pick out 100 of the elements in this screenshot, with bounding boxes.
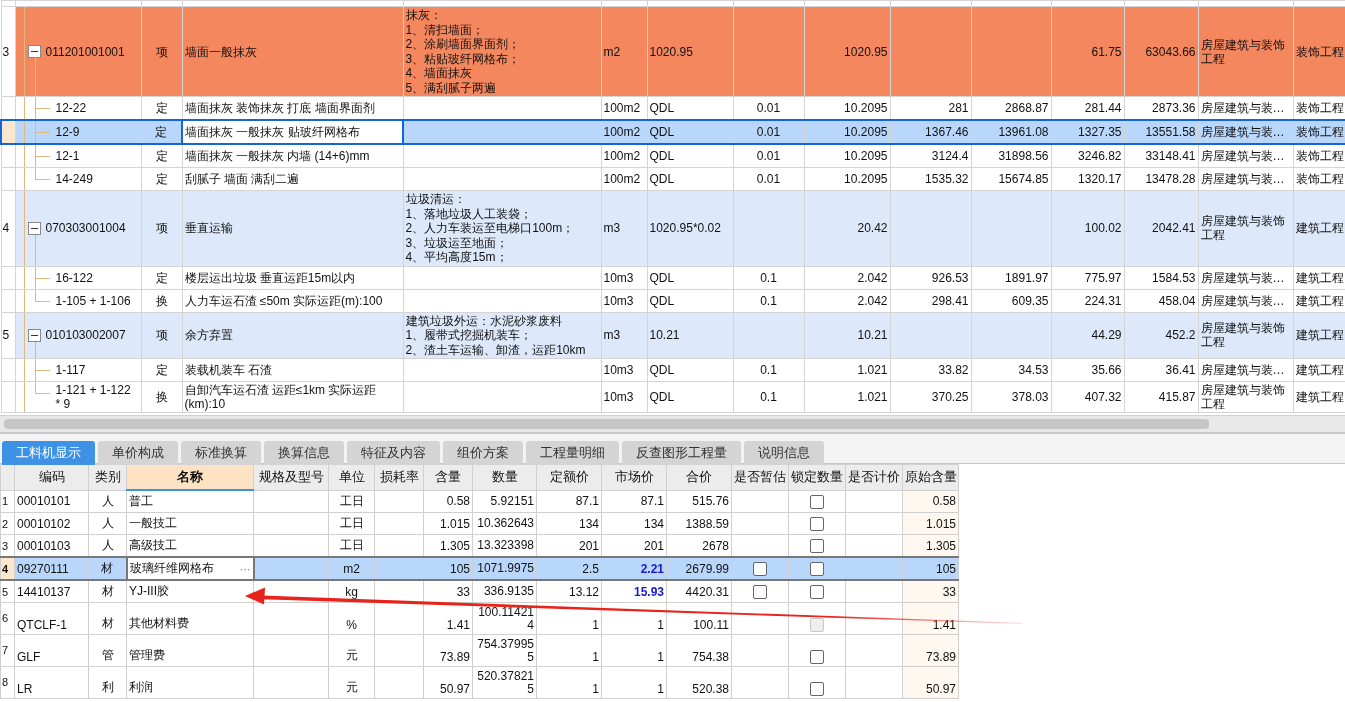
table-cell: 100.02	[1084, 221, 1122, 236]
table-cell: 61.75	[1091, 44, 1122, 59]
table-cell: 452.2	[1165, 328, 1196, 343]
tab[interactable]: 反查图形工程量	[622, 441, 741, 465]
table-cell: 人	[101, 516, 114, 530]
table-cell: 458.04	[1158, 293, 1196, 308]
column-header[interactable]: 锁定数量	[788, 464, 846, 490]
table-cell: 工日	[339, 493, 364, 508]
table-cell: 楼层运出垃圾 垂直运距15m以内	[184, 270, 356, 285]
table-cell: 224.31	[1084, 293, 1122, 308]
table-cell: 房屋建筑与装饰工程	[1200, 321, 1285, 350]
checkbox[interactable]	[810, 494, 824, 509]
table-cell: 33	[942, 584, 956, 599]
table-cell: QDL	[649, 363, 675, 377]
table-row[interactable]: 1 00010101 人 普工 工日 0.58 5.92151 87.1 87.1 515.76 0.58	[0, 490, 959, 513]
collapse-toggle[interactable]	[27, 328, 41, 342]
table-cell: 378.03	[1011, 390, 1049, 404]
table-cell: 1-121 + 1-122 * 9	[55, 383, 131, 411]
row-number: 7	[2, 643, 9, 656]
column-header[interactable]: 名称	[126, 464, 254, 490]
table-cell: 装饰工程	[1295, 101, 1344, 115]
table-cell: 装载机装车 石渣	[184, 363, 272, 377]
table-cell: 1327.35	[1078, 125, 1122, 139]
table-cell: 1-105 + 1-106	[55, 293, 131, 308]
tab[interactable]: 特征及内容	[347, 441, 440, 465]
checkbox[interactable]	[810, 584, 824, 599]
table-cell: 415.87	[1158, 390, 1196, 404]
table-cell: 墙面抹灰 一般抹灰 内墙 (14+6)mm	[184, 149, 370, 163]
checkbox[interactable]	[810, 682, 824, 696]
horizontal-scrollbar[interactable]	[0, 415, 1345, 432]
row-number: 8	[2, 675, 9, 688]
column-header[interactable]: 是否计价	[845, 464, 903, 490]
table-row[interactable]: 8 LR 利 利润 元 50.97 520.378215 1 1 520.38 50.97	[0, 666, 959, 699]
table-cell: 装饰工程	[1295, 125, 1344, 139]
table-row[interactable]: 1-105 + 1-106 换 人力车运石渣 ≤50m 实际运距(m):100 10m3 QDL 0.1 2.042 298.41 609.35 224.31 458.04 房屋建筑与装… 建筑工程	[1, 289, 1345, 312]
table-cell: 房屋建筑与装饰工程	[1200, 214, 1285, 243]
table-cell: 1.305	[439, 538, 470, 553]
table-row[interactable]: 14-249 定 刮腻子 墙面 满刮二遍 100m2 QDL 0.01 10.2095 1535.32 15674.85 1320.17 13478.28 房屋建筑与装… 装饰工程	[1, 167, 1345, 191]
table-cell: 10.2095	[844, 125, 888, 139]
table-row[interactable]: 2 00010102 人 一般技工 工日 1.015 10.362643 134 134 1388.59 1.015	[0, 512, 959, 535]
table-row[interactable]: 12-9 定 墙面抹灰 一般抹灰 贴玻纤网格布 100m2 QDL 0.01 10.2095 1367.46 13961.08 1327.35 13551.58 房屋建筑与装… 装饰工程	[1, 120, 1345, 144]
table-row[interactable]: 12-22 定 墙面抹灰 装饰抹灰 打底 墙面界面剂 100m2 QDL 0.01 10.2095 281 2868.87 281.44 2873.36 房屋建筑与装… 装饰工程	[1, 96, 1345, 120]
collapse-toggle[interactable]	[27, 45, 41, 58]
table-cell: 1367.46	[925, 125, 969, 139]
table-cell: 010103002007	[45, 328, 126, 343]
table-row[interactable]: 12-1 定 墙面抹灰 一般抹灰 内墙 (14+6)mm 100m2 QDL 0.01 10.2095 3124.4 31898.56 3246.82 33148.41 房屋建筑与装… 装饰工程	[1, 144, 1345, 168]
table-cell: 100m2	[603, 101, 641, 115]
table-cell: 100m2	[603, 125, 641, 139]
table-cell: 10.21	[649, 328, 680, 343]
table-cell: 定	[155, 125, 168, 139]
column-header[interactable]: 规格及型号	[253, 464, 329, 490]
table-cell: 134	[643, 516, 664, 531]
table-row[interactable]: 7 GLF 管 管理费 元 73.89 754.379955 1 1 754.38 73.89	[0, 634, 959, 667]
table-cell: 011201001001	[45, 44, 125, 59]
table-cell: 12-22	[55, 101, 87, 115]
table-cell: QDL	[649, 125, 675, 139]
tab[interactable]: 工程量明细	[526, 441, 619, 465]
tab[interactable]: 说明信息	[744, 441, 824, 465]
row-number: 5	[2, 328, 10, 343]
table-cell: 余方弃置	[184, 328, 233, 343]
table-cell: %	[346, 618, 357, 632]
tab[interactable]: 换算信息	[264, 441, 344, 465]
table-cell: GLF	[17, 650, 41, 664]
table-cell: 1388.59	[685, 516, 729, 531]
table-cell: 利润	[129, 679, 153, 696]
table-cell: 定	[155, 101, 168, 115]
row-number: 3	[2, 539, 9, 552]
table-cell: 1	[592, 682, 599, 696]
collapse-toggle[interactable]	[27, 221, 41, 235]
table-cell: 0.58	[446, 494, 470, 509]
checkbox[interactable]	[810, 538, 824, 553]
table-cell: 44.29	[1091, 328, 1122, 343]
checkbox[interactable]	[753, 561, 767, 576]
checkbox[interactable]	[810, 516, 824, 531]
table-cell: 1.021	[857, 363, 888, 377]
table-cell: 0.01	[756, 101, 781, 115]
tab[interactable]: 标准换算	[181, 441, 261, 465]
table-row[interactable]: 1-117 定 装载机装车 石渣 10m3 QDL 0.1 1.021 33.82 34.53 35.66 36.41 房屋建筑与装… 建筑工程	[1, 358, 1345, 382]
table-cell: QDL	[649, 149, 675, 163]
table-cell: 281	[948, 101, 969, 115]
tab[interactable]: 组价方案	[443, 441, 523, 465]
checkbox[interactable]	[810, 561, 824, 576]
checkbox[interactable]	[810, 650, 824, 664]
table-cell: 10.2095	[844, 101, 888, 115]
table-cell: 926.53	[931, 270, 969, 285]
tab[interactable]: 单价构成	[98, 441, 178, 465]
column-header[interactable]: 编码	[14, 464, 89, 490]
table-cell-text: 抹灰： 1、清扫墙面； 2、涂刷墙面界面剂； 3、粘贴玻纤网格布； 4、墙面抹灰 5、满刮腻子两遍	[405, 8, 522, 95]
table-cell: 材	[101, 616, 114, 630]
table-cell: 10m3	[603, 270, 634, 285]
browse-button[interactable]: ···	[239, 562, 251, 575]
column-header[interactable]: 原始含量	[902, 464, 959, 490]
table-row[interactable]: 4 09270111 材 玻璃纤维网格布 ··· m2 105 1071.9975 2.5 2.21 2679.99 105	[0, 557, 959, 580]
scrollbar-thumb[interactable]	[4, 419, 1209, 429]
checkbox[interactable]	[753, 584, 767, 599]
column-header[interactable]: 市场价	[601, 464, 667, 490]
table-cell: 墙面抹灰 一般抹灰 贴玻纤网格布	[185, 125, 360, 139]
table-cell: 0.01	[756, 172, 781, 186]
table-row[interactable]: 16-122 定 楼层运出垃圾 垂直运距15m以内 10m3 QDL 0.1 2.042 926.53 1891.97 775.97 1584.53 房屋建筑与装… 建筑工程	[1, 266, 1345, 289]
table-cell: 房屋建筑与装饰工程	[1200, 37, 1285, 66]
